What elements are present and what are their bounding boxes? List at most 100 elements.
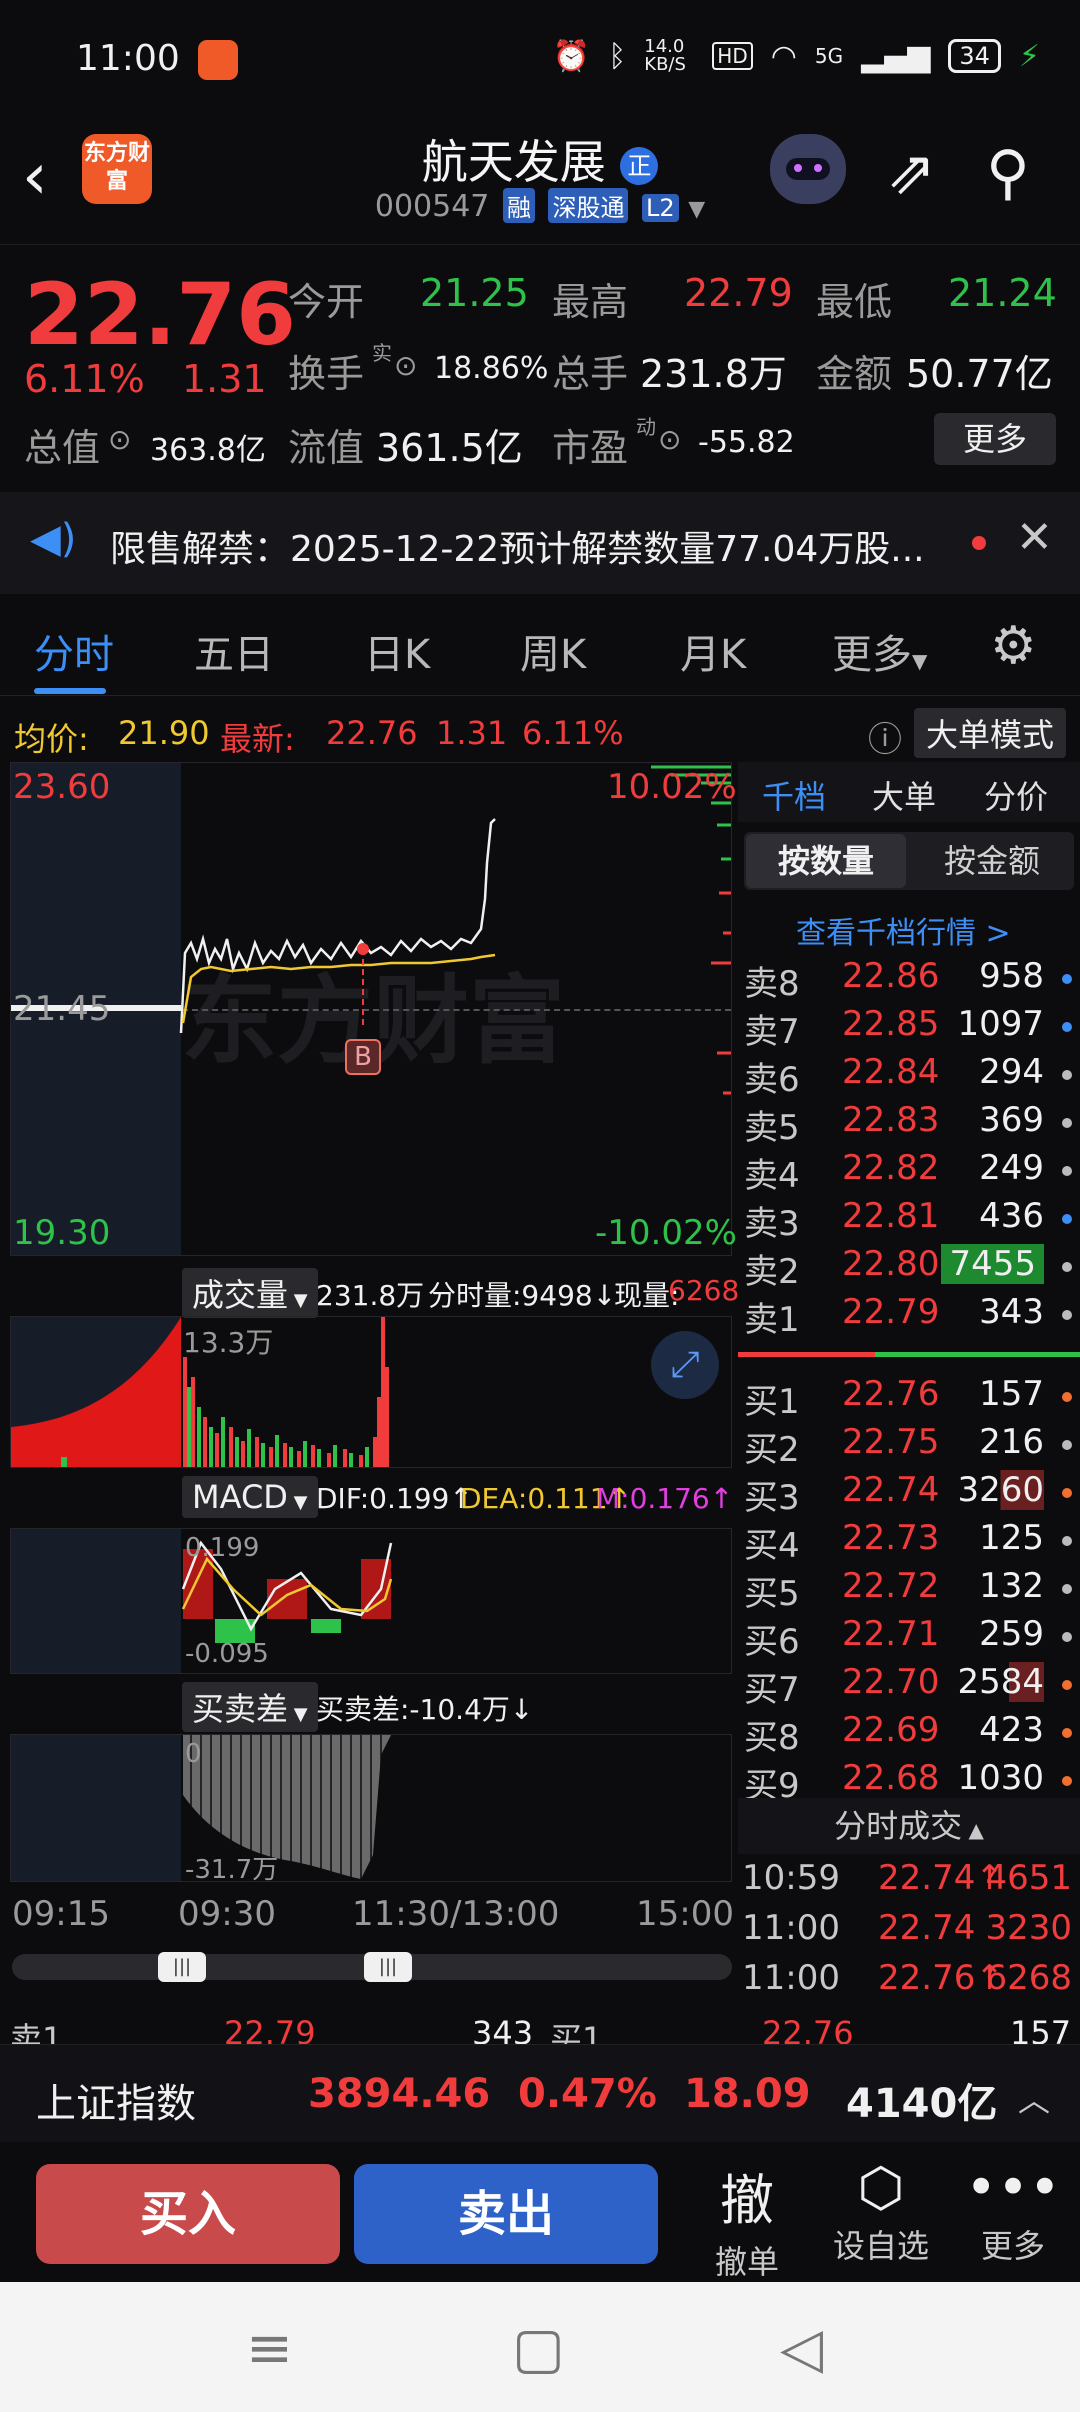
marker-dot <box>357 943 369 955</box>
ask-row[interactable]: 卖7 22.85 1097 <box>738 1004 1080 1052</box>
tab-depth[interactable]: 千档 <box>762 772 826 818</box>
bid-row[interactable]: 买2 22.75 216 <box>738 1422 1080 1470</box>
chevron-down-icon: ▼ <box>288 1704 308 1725</box>
open-value: 21.25 <box>420 271 529 315</box>
expand-icon[interactable]: ⤢ <box>651 1331 719 1399</box>
mini-order-book: 卖1 22.79 343 买1 22.76 157 <box>0 2004 1080 2044</box>
last-value: 22.76 <box>326 714 418 752</box>
diff-chart[interactable]: 0 -31.7万 <box>10 1734 732 1885</box>
intraday-chart[interactable]: 东方财富 B 23.60 21.45 19.30 10.02% -10.02% <box>10 762 737 1256</box>
change-amount: 1.31 <box>182 357 267 401</box>
menu-icon[interactable]: ≡ <box>246 2316 293 2381</box>
bid-row[interactable]: 买3 22.74 3260 <box>738 1470 1080 1518</box>
pe-label: 市盈 <box>552 426 629 470</box>
tab-more[interactable]: 更多▼ <box>832 622 927 680</box>
search-icon[interactable]: ⚲ <box>986 138 1030 208</box>
verified-icon: 正 <box>620 146 659 185</box>
tab-big-order[interactable]: 大单 <box>872 772 936 818</box>
avg-value: 21.90 <box>118 714 210 752</box>
more-actions-button[interactable]: ••• 更多 <box>958 2156 1068 2267</box>
macd-indicator-select[interactable]: MACD ▼ <box>182 1476 318 1518</box>
hexagon-icon: ⬡ <box>857 2156 905 2219</box>
volume-axis-label: 13.3万 <box>183 1326 274 1359</box>
big-order-mode-button[interactable]: 大单模式 <box>914 708 1067 758</box>
last-label: 最新: <box>220 720 295 758</box>
diff-header: 买卖差 ▼ 买卖差:-10.4万↓ <box>0 1680 730 1732</box>
bid-row[interactable]: 买8 22.69 423 <box>738 1710 1080 1758</box>
bluetooth-icon: ᛒ <box>608 38 627 74</box>
volume-indicator-select[interactable]: 成交量 ▼ <box>182 1268 318 1318</box>
tag-l2: L2 <box>642 194 679 222</box>
turnover-label: 换手 <box>288 352 365 396</box>
gear-icon[interactable]: ⚙ <box>990 616 1037 676</box>
volume-minute: 分时量:9498↓ <box>428 1279 617 1312</box>
back-nav-icon[interactable]: ◁ <box>780 2316 823 2381</box>
battery-icon: 34 <box>948 39 1001 73</box>
volume-header: 成交量 ▼ 231.8万 分时量:9498↓ 现量: 6268 <box>0 1266 739 1318</box>
cancel-order-button[interactable]: 撤 撤单 <box>692 2156 802 2283</box>
sell-button[interactable]: 卖出 <box>354 2164 658 2264</box>
bid-row[interactable]: 买5 22.72 132 <box>738 1566 1080 1614</box>
pct-axis-bottom: -10.02% <box>595 1213 737 1253</box>
stock-code: 000547 <box>374 189 490 224</box>
last-pct: 6.11% <box>522 714 624 752</box>
chevron-down-icon: ▼ <box>287 1492 308 1513</box>
view-depth-link[interactable]: 查看千档行情 > <box>796 908 1011 952</box>
chevron-up-icon[interactable]: ︿ <box>1018 2075 1050 2121</box>
ask-row[interactable]: 卖5 22.83 369 <box>738 1100 1080 1148</box>
stock-header: ‹ 东方财富 航天发展 正 000547 融 深股通 L2 ▼ ⇗ ⚲ <box>0 120 1080 242</box>
chevron-down-icon[interactable]: ▼ <box>688 197 705 222</box>
bid-row[interactable]: 买7 22.70 2584 <box>738 1662 1080 1710</box>
bid-row[interactable]: 买1 22.76 157 <box>738 1374 1080 1422</box>
ask-row[interactable]: 卖1 22.79 343 <box>738 1292 1080 1340</box>
mini-bid-qty: 157 <box>1010 2014 1072 2044</box>
ask-row[interactable]: 卖8 22.86 958 <box>738 956 1080 1004</box>
mini-bid-label: 买1 <box>550 2020 603 2044</box>
notice-bar[interactable]: ◀) 限售解禁：2025-12-22预计解禁数量77.04万股... ✕ <box>0 492 1080 594</box>
index-ticker[interactable]: 上证指数 3894.46 0.47% 18.09 4140亿 ︿ <box>0 2044 1080 2142</box>
seg-by-quantity[interactable]: 按数量 <box>746 834 906 888</box>
info-icon[interactable]: ⊙ <box>108 423 131 456</box>
bid-row[interactable]: 买6 22.71 259 <box>738 1614 1080 1662</box>
volume-indicator-label: 成交量 <box>192 1276 289 1314</box>
ask-row[interactable]: 卖2 22.80 7455 <box>738 1244 1080 1292</box>
signal-icon: ▂▄▆ <box>861 38 931 74</box>
close-icon[interactable]: ✕ <box>1016 512 1053 563</box>
bid-list: 买1 22.76 157 买2 22.75 216 买3 22.74 3260 买4 22.7… <box>738 1374 1080 1806</box>
add-favorite-button[interactable]: ⬡ 设自选 <box>826 2156 936 2267</box>
info-icon[interactable]: ⊙ <box>658 423 681 456</box>
more-dots-icon: ••• <box>965 2156 1061 2219</box>
slider-handle-right[interactable]: ||| <box>364 1952 412 1982</box>
macd-svg <box>181 1540 393 1643</box>
ask-row[interactable]: 卖6 22.84 294 <box>738 1052 1080 1100</box>
buy-button[interactable]: 买入 <box>36 2164 340 2264</box>
more-button[interactable]: 更多 <box>934 413 1056 465</box>
macd-chart[interactable]: 0.199 -0.095 <box>10 1528 732 1674</box>
volume-chart[interactable]: 13.3万 ⤢ <box>10 1316 732 1468</box>
seg-by-amount[interactable]: 按金额 <box>912 834 1072 888</box>
volume-label: 总手 <box>552 352 629 396</box>
diff-axis-bottom: -31.7万 <box>185 1855 279 1885</box>
tab-monthly-k[interactable]: 月K <box>680 622 746 680</box>
tab-price-dist[interactable]: 分价 <box>984 772 1048 818</box>
ask-row[interactable]: 卖3 22.81 436 <box>738 1196 1080 1244</box>
diff-axis-top: 0 <box>185 1739 202 1769</box>
diff-indicator-select[interactable]: 买卖差 ▼ <box>182 1682 318 1732</box>
bid-row[interactable]: 买4 22.73 125 <box>738 1518 1080 1566</box>
share-icon[interactable]: ⇗ <box>886 138 936 208</box>
info-icon[interactable]: ⊙ <box>394 349 417 382</box>
trades-header[interactable]: 分时成交 ▲ <box>738 1798 1080 1854</box>
assistant-robot-icon[interactable] <box>770 134 846 204</box>
tab-intraday[interactable]: 分时 <box>34 622 114 680</box>
range-slider[interactable]: ||| ||| <box>12 1952 732 1982</box>
tab-weekly-k[interactable]: 周K <box>520 622 586 680</box>
hd-icon: HD <box>712 42 753 70</box>
tab-daily-k[interactable]: 日K <box>364 622 430 680</box>
slider-handle-left[interactable]: ||| <box>158 1952 206 1982</box>
home-icon[interactable]: ▢ <box>512 2316 565 2381</box>
ask-row[interactable]: 卖4 22.82 249 <box>738 1148 1080 1196</box>
tab-five-day[interactable]: 五日 <box>194 622 274 680</box>
buy-marker[interactable]: B <box>345 1039 381 1075</box>
help-icon[interactable]: ⓘ <box>868 712 902 761</box>
diff-indicator-label: 买卖差 <box>192 1690 289 1728</box>
